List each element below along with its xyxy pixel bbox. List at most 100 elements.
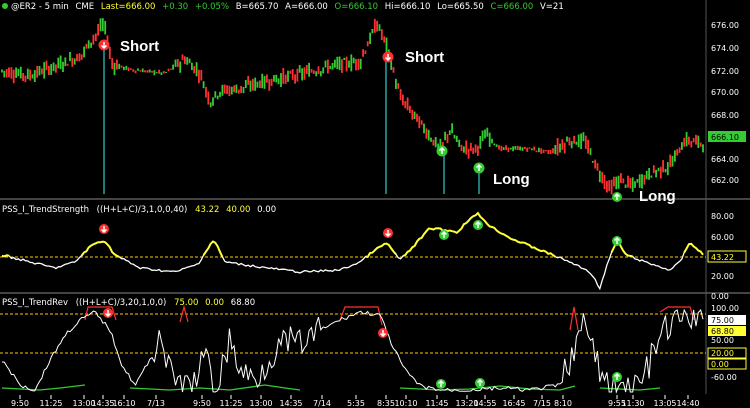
time-axis-label: 16:45 (502, 399, 525, 408)
price-bar (434, 137, 437, 148)
price-bar (423, 123, 425, 134)
rev-value-tag-label: 0.00 (711, 360, 729, 369)
price-bar (8, 67, 10, 78)
price-bar (195, 62, 198, 77)
price-bar (167, 68, 170, 72)
price-bar (355, 59, 357, 71)
price-bar (120, 65, 123, 68)
price-bar (385, 37, 388, 54)
exchange-label: CME (76, 2, 95, 12)
price-bar (59, 55, 62, 70)
price-bar (624, 184, 627, 188)
price-panel[interactable]: Short Short Long Long 676.00 674.00 672.… (1, 18, 746, 205)
header-quote: @ER2 - 5 min CME Last=666.00 +0.30 +0.05… (11, 2, 564, 12)
chart-canvas[interactable]: @ER2 - 5 min CME Last=666.00 +0.30 +0.05… (0, 0, 750, 408)
price-bar (282, 68, 285, 84)
price-bar (559, 143, 561, 153)
price-bar (540, 148, 543, 154)
price-bar (186, 57, 189, 65)
price-bar (247, 75, 250, 85)
price-bar (380, 29, 383, 41)
price-bar (690, 141, 693, 148)
price-bar (305, 65, 308, 75)
strength-value-tag-label: 43.22 (711, 253, 734, 262)
price-bar (697, 135, 700, 148)
price-bar (566, 136, 568, 142)
price-bar (193, 66, 196, 74)
long-arrow-icon (473, 162, 485, 174)
trend-rev-panel[interactable]: PSS_I_TrendRev ((H+L+C)/3,20,1,0,0) 75.0… (0, 298, 747, 394)
trend-strength-header: PSS_I_TrendStrength ((H+L+C)/3,1,0,0,40)… (2, 205, 276, 215)
price-bar (493, 143, 496, 146)
price-bar (352, 57, 355, 64)
price-bar (343, 57, 346, 60)
price-bar (448, 130, 451, 135)
long-annotation: Long (493, 171, 530, 188)
price-bar (402, 94, 404, 106)
price-bar (528, 147, 531, 149)
price-bar (113, 62, 116, 76)
price-bar (481, 130, 484, 142)
price-bar (397, 83, 400, 89)
price-bar (371, 29, 374, 34)
price-bar (160, 72, 163, 75)
price-bar (289, 70, 292, 74)
price-bar (580, 133, 582, 149)
trend-strength-panel[interactable]: PSS_I_TrendStrength ((H+L+C)/3,1,0,0,40)… (0, 205, 747, 301)
last-price: Last=666.00 (101, 2, 156, 12)
price-bar (491, 138, 493, 144)
price-scale-label: 676.00 (711, 21, 739, 30)
symbol-label[interactable]: @ER2 - 5 min (11, 2, 69, 12)
price-bar (146, 70, 149, 73)
price-bar (240, 86, 242, 94)
price-bar (228, 85, 231, 97)
price-bar (296, 68, 299, 82)
price-bar (702, 144, 704, 153)
price-bar (427, 129, 430, 141)
indicator-value: 68.80 (231, 298, 255, 308)
rev-scale[interactable]: 100.00 50.00 -60.00 75.00 68.80 20.00 0.… (707, 304, 747, 382)
rev-scale-label: 100.00 (711, 304, 739, 313)
price-bar (495, 144, 498, 147)
price-bar (622, 178, 625, 184)
price-scale[interactable]: 676.00 674.00 672.00 670.00 668.00 664.0… (708, 21, 746, 185)
strength-scale[interactable]: 80.00 60.00 20.00 0.00 43.22 (707, 212, 747, 301)
price-bar (303, 67, 306, 80)
price-bar (451, 123, 453, 134)
time-axis-label: 5:35 (347, 399, 365, 408)
price-bar (43, 62, 46, 79)
indicator-name[interactable]: PSS_I_TrendRev (2, 298, 68, 308)
short-arrow-icon (383, 228, 393, 238)
low-price: Lo=665.50 (437, 2, 484, 12)
price-bar (3, 70, 6, 78)
price-bar (66, 63, 69, 66)
price-bar (688, 136, 690, 145)
indicator-name[interactable]: PSS_I_TrendStrength (2, 205, 89, 215)
price-bar (132, 69, 135, 72)
high-price: Hi=666.10 (385, 2, 431, 12)
price-bar (24, 75, 27, 83)
time-axis-label: 9:50 (193, 399, 211, 408)
price-bar (638, 174, 641, 188)
price-bar (627, 175, 629, 188)
price-bar (270, 78, 273, 86)
rev-value-tag-label: 75.00 (711, 316, 734, 325)
price-bar (418, 116, 421, 129)
price-bar (603, 174, 606, 189)
time-axis[interactable]: 9:50 11:25 13:0014:3516:10 7/13 9:50 11:25 13:… (11, 395, 700, 408)
time-axis-label: 7/15 (533, 399, 551, 408)
price-bar (85, 43, 88, 49)
short-annotation: Short (120, 38, 159, 55)
price-bar (153, 70, 156, 76)
price-bar (455, 135, 458, 142)
price-bar (155, 72, 158, 74)
price-bar (294, 74, 296, 84)
short-arrow-icon (382, 51, 394, 63)
price-bar (411, 109, 414, 120)
price-bar (643, 175, 646, 185)
price-bar (249, 80, 252, 92)
price-bar (83, 46, 85, 58)
price-bar (420, 120, 423, 125)
price-bar (181, 54, 184, 61)
short-arrow-icon (98, 39, 110, 51)
